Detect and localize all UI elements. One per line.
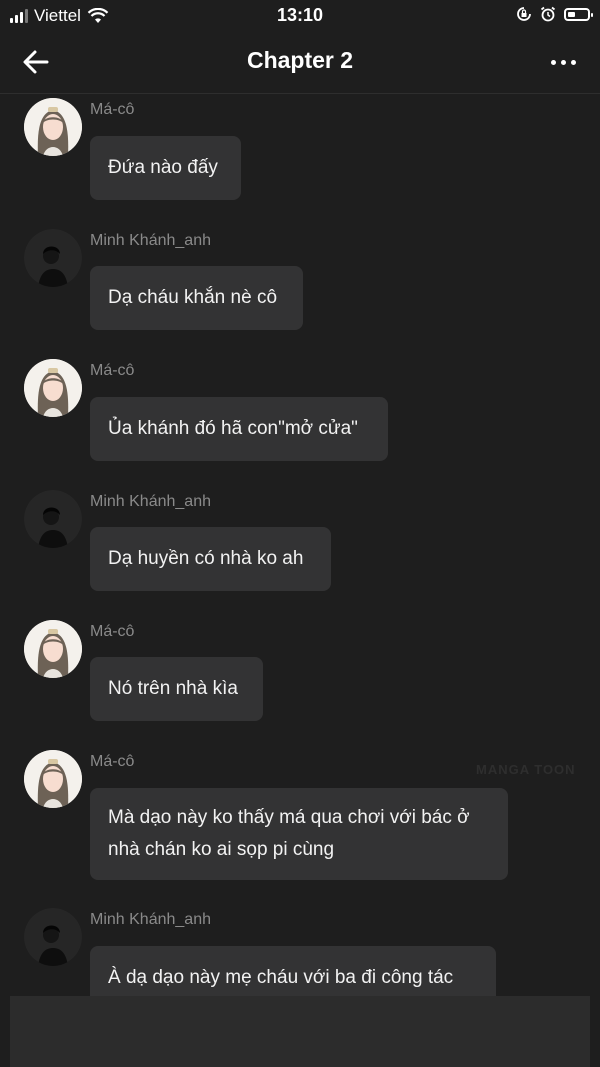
message-bubble[interactable]: Dạ cháu khắn nè cô bbox=[90, 266, 303, 330]
male-avatar-icon bbox=[24, 490, 82, 548]
male-avatar-icon bbox=[24, 229, 82, 287]
sender-name: Minh Khánh_anh bbox=[90, 493, 211, 510]
message-bubble[interactable]: Dạ huyền có nhà ko ah bbox=[90, 527, 331, 591]
female-avatar[interactable] bbox=[24, 620, 82, 678]
female-avatar[interactable] bbox=[24, 98, 82, 156]
female-avatar[interactable] bbox=[24, 750, 82, 808]
female-avatar-icon bbox=[24, 98, 82, 156]
message-bubble[interactable]: Đứa nào đấy bbox=[90, 136, 241, 200]
male-avatar[interactable] bbox=[24, 908, 82, 966]
message-bubble[interactable]: Ủa khánh đó hã con"mở cửa" bbox=[90, 397, 388, 461]
sender-name: Má-cô bbox=[90, 753, 135, 770]
status-bar-right bbox=[516, 6, 593, 22]
male-avatar[interactable] bbox=[24, 490, 82, 548]
female-avatar[interactable] bbox=[24, 359, 82, 417]
more-options-button[interactable] bbox=[551, 48, 576, 76]
rotation-lock-icon bbox=[517, 7, 531, 21]
male-avatar[interactable] bbox=[24, 229, 82, 287]
sender-name: Má-cô bbox=[90, 362, 135, 379]
male-avatar-icon bbox=[24, 908, 82, 966]
sender-name: Má-cô bbox=[90, 623, 135, 640]
female-avatar-icon bbox=[24, 620, 82, 678]
watermark: MANGA TOON bbox=[476, 762, 576, 777]
battery-level-fill bbox=[568, 11, 575, 17]
female-avatar-icon bbox=[24, 359, 82, 417]
sender-name: Minh Khánh_anh bbox=[90, 911, 211, 928]
app-bar: Chapter 2 bbox=[0, 32, 600, 94]
bottom-panel bbox=[10, 996, 590, 1067]
page-title: Chapter 2 bbox=[246, 47, 354, 73]
battery-icon bbox=[564, 7, 593, 21]
female-avatar-icon bbox=[24, 750, 82, 808]
status-bar: Viettel 13:10 bbox=[0, 0, 600, 32]
message-bubble[interactable]: Mà dạo này ko thấy má qua chơi với bác ở… bbox=[90, 788, 508, 880]
message-bubble[interactable]: Nó trên nhà kìa bbox=[90, 657, 263, 721]
status-time: 13:10 bbox=[276, 5, 324, 25]
more-horizontal-icon bbox=[551, 59, 556, 65]
sender-name: Má-cô bbox=[90, 101, 135, 118]
alarm-icon bbox=[540, 6, 556, 22]
sender-name: Minh Khánh_anh bbox=[90, 232, 211, 249]
